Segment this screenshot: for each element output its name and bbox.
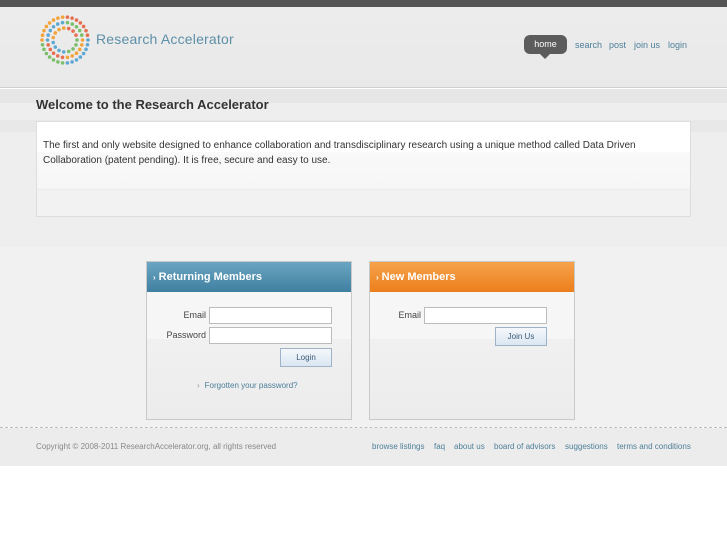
new-members-title: New Members: [381, 271, 456, 283]
chevron-right-icon: ›: [153, 273, 156, 282]
footer-suggestions-link[interactable]: suggestions: [565, 442, 608, 451]
nav-active-arrow: [540, 54, 550, 59]
footer-terms-link[interactable]: terms and conditions: [617, 442, 691, 451]
footer-browse-link[interactable]: browse listings: [372, 442, 424, 451]
copyright-text: Copyright © 2008-2011 ResearchAccelerato…: [36, 442, 277, 451]
new-email-label: Email: [398, 310, 421, 320]
nav-join-link[interactable]: join us: [634, 40, 660, 50]
returning-members-header: › Returning Members: [147, 262, 351, 292]
returning-password-label: Password: [166, 330, 206, 340]
page-title: Welcome to the Research Accelerator: [36, 97, 269, 112]
returning-members-title: Returning Members: [158, 271, 262, 283]
top-bar: [0, 0, 727, 7]
login-section: [0, 247, 727, 427]
chevron-right-icon: ›: [197, 381, 200, 390]
forgot-password-link[interactable]: › Forgotten your password?: [197, 381, 298, 390]
new-members-header: › New Members: [370, 262, 574, 292]
new-email-input[interactable]: [424, 307, 547, 324]
join-us-button[interactable]: Join Us: [495, 327, 547, 346]
forgot-password-text[interactable]: Forgotten your password?: [205, 381, 298, 390]
returning-email-label: Email: [183, 310, 206, 320]
nav-login-link[interactable]: login: [668, 40, 687, 50]
logo-icon[interactable]: [38, 15, 94, 65]
intro-text: The first and only website designed to e…: [43, 140, 636, 166]
returning-email-input[interactable]: [209, 307, 332, 324]
footer-board-link[interactable]: board of advisors: [494, 442, 555, 451]
footer-faq-link[interactable]: faq: [434, 442, 445, 451]
returning-password-input[interactable]: [209, 327, 332, 344]
logo-text[interactable]: Research Accelerator: [96, 31, 234, 47]
chevron-right-icon: ›: [376, 273, 379, 282]
login-button[interactable]: Login: [280, 348, 332, 367]
nav-post-link[interactable]: post: [609, 40, 626, 50]
intro-box: The first and only website designed to e…: [36, 121, 691, 217]
footer-about-link[interactable]: about us: [454, 442, 485, 451]
nav-home-tab[interactable]: home: [524, 35, 567, 54]
nav-search-link[interactable]: search: [575, 40, 602, 50]
